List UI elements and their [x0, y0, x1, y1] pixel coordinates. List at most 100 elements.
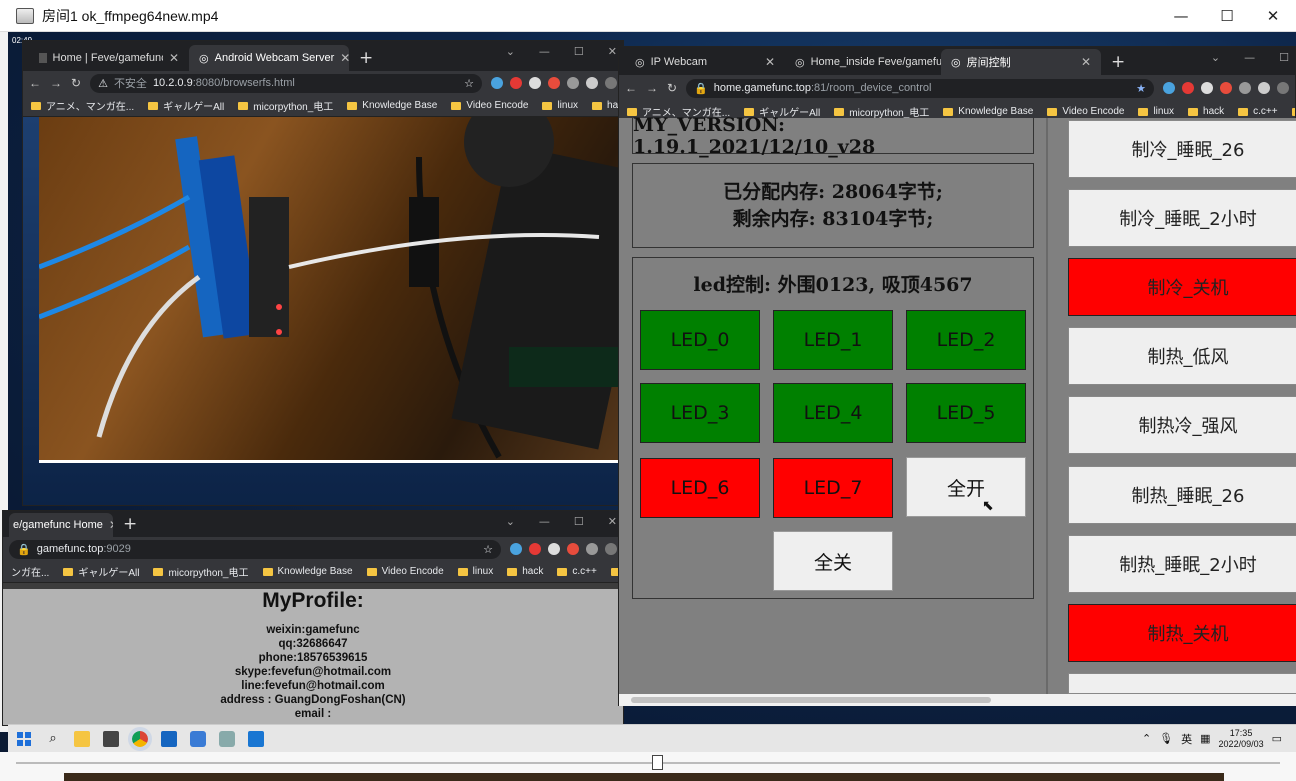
close-tab-icon[interactable]: ✕ [765, 55, 775, 69]
led-6-button[interactable]: LED_6 [640, 458, 760, 518]
reload-icon[interactable]: ↻ [71, 76, 81, 90]
bookmark[interactable]: linux [1138, 106, 1174, 117]
extension-icon[interactable] [567, 77, 579, 89]
reload-icon[interactable]: ↻ [667, 81, 677, 95]
keyboard-icon[interactable]: ▦ [1200, 732, 1210, 745]
chevron-down-icon[interactable]: ⌄ [506, 45, 515, 58]
star-icon[interactable]: ☆ [483, 543, 493, 556]
ac-button[interactable]: 制冷_关机 [1068, 258, 1296, 316]
back-icon[interactable]: ← [29, 76, 41, 90]
cloud-icon[interactable] [1201, 82, 1213, 94]
minimize-button[interactable]: — [1158, 0, 1204, 32]
ac-button[interactable]: 制冷_睡眠_2小时 [1068, 189, 1296, 247]
ac-button[interactable]: 制热_低风 [1068, 327, 1296, 385]
led-7-button[interactable]: LED_7 [773, 458, 893, 518]
shield-icon[interactable] [567, 543, 579, 555]
bookmark[interactable]: ンガ在... [11, 564, 49, 579]
minimize-icon[interactable]: — [539, 515, 550, 528]
extension-icon[interactable] [1239, 82, 1251, 94]
bookmark[interactable]: linux [542, 100, 578, 111]
ac-button[interactable]: 制热_睡眠_26 [1068, 466, 1296, 524]
adblock-icon[interactable] [529, 543, 541, 555]
bookmark[interactable]: ギャルゲーAll [148, 98, 224, 113]
app-icon[interactable] [219, 730, 235, 747]
close-tab-icon[interactable]: ✕ [340, 51, 349, 65]
bookmark[interactable]: micorpython_电工 [238, 98, 333, 113]
tab-webcam-server[interactable]: ◎ Android Webcam Server ✕ [189, 45, 349, 71]
extension-icon[interactable] [491, 77, 503, 89]
ac-button[interactable]: 制冷_睡眠_26 [1068, 120, 1296, 178]
maximize-icon[interactable]: ☐ [574, 515, 584, 528]
chevron-up-icon[interactable]: ⌃ [1142, 732, 1151, 745]
photos-icon[interactable] [248, 730, 264, 747]
horizontal-scrollbar[interactable] [619, 694, 1296, 706]
all-on-button[interactable]: 全开 [906, 457, 1026, 517]
all-off-button[interactable]: 全关 [773, 531, 893, 591]
led-1-button[interactable]: LED_1 [773, 310, 893, 370]
search-icon[interactable]: ⌕ [45, 731, 61, 747]
new-tab-button[interactable]: + [1101, 49, 1135, 75]
adblock-icon[interactable] [1182, 82, 1194, 94]
bookmark[interactable]: c.c++ [557, 566, 597, 577]
cloud-icon[interactable] [548, 543, 560, 555]
led-2-button[interactable]: LED_2 [906, 310, 1026, 370]
bookmark[interactable]: ギャルゲーAll [63, 564, 139, 579]
avatar[interactable] [1277, 82, 1289, 94]
bookmark[interactable]: micorpython_电工 [153, 564, 249, 579]
seek-handle[interactable] [652, 755, 663, 770]
led-0-button[interactable]: LED_0 [640, 310, 760, 370]
ac-button[interactable]: 制热冷_强风 [1068, 396, 1296, 454]
maximize-icon[interactable]: ☐ [1279, 51, 1289, 64]
tab-home-inside[interactable]: ◎ Home_inside Feve/gamefunc ✕ [785, 49, 941, 75]
bookmark[interactable]: Video Encode [451, 100, 528, 111]
close-tab-icon[interactable]: ✕ [1081, 55, 1091, 69]
tab-home[interactable]: Home | Feve/gamefunc Home ✕ [29, 45, 189, 71]
address-bar[interactable]: 🔒 home.gamefunc.top:81/room_device_contr… [686, 78, 1154, 98]
star-icon[interactable]: ☆ [464, 77, 474, 90]
puzzle-icon[interactable] [1258, 82, 1270, 94]
cloud-icon[interactable] [529, 77, 541, 89]
tab-ip-webcam[interactable]: ◎ IP Webcam ✕ [625, 49, 785, 75]
window-app-icon[interactable] [161, 730, 177, 747]
forward-icon[interactable]: → [50, 76, 62, 90]
bookmark[interactable]: hack [1188, 106, 1224, 117]
chrome-icon[interactable] [128, 726, 152, 751]
maximize-button[interactable]: ☐ [1204, 0, 1250, 32]
bookmark[interactable]: アニメ、マンガ在... [31, 98, 134, 113]
shield-icon[interactable] [548, 77, 560, 89]
ac-button[interactable]: 制热_睡眠_2小时 [1068, 535, 1296, 593]
ac-button[interactable]: 制热_关机 [1068, 604, 1296, 662]
seek-track[interactable] [16, 762, 1280, 764]
led-3-button[interactable]: LED_3 [640, 383, 760, 443]
avatar[interactable] [605, 77, 617, 89]
ac-button-partial[interactable] [1068, 673, 1296, 694]
bookmark[interactable]: Video Encode [366, 566, 444, 577]
shield-icon[interactable] [1220, 82, 1232, 94]
close-button[interactable]: ✕ [1250, 0, 1296, 32]
forward-icon[interactable]: → [646, 81, 658, 95]
avatar[interactable] [605, 543, 617, 555]
maximize-icon[interactable]: ☐ [574, 45, 584, 58]
bookmark[interactable]: Knowledge Base [347, 100, 437, 111]
scrollbar-thumb[interactable] [631, 697, 991, 703]
clock[interactable]: 17:35 2022/09/03 [1219, 728, 1264, 750]
clapperboard-icon[interactable] [103, 730, 119, 747]
puzzle-icon[interactable] [586, 77, 598, 89]
led-5-button[interactable]: LED_5 [906, 383, 1026, 443]
bookmark[interactable]: linux [457, 566, 493, 577]
address-bar[interactable]: ⚠ 不安全 10.2.0.9:8080/browserfs.html ☆ [90, 73, 482, 93]
back-icon[interactable]: ← [625, 81, 637, 95]
new-tab-button[interactable]: + [113, 511, 147, 537]
tab-room-control[interactable]: ◎ 房间控制 ✕ [941, 49, 1101, 75]
extension-icon[interactable] [586, 543, 598, 555]
chevron-down-icon[interactable]: ⌄ [506, 515, 515, 528]
windows-start-icon[interactable] [16, 731, 32, 747]
close-icon[interactable]: ✕ [608, 515, 617, 528]
extension-icon[interactable] [510, 543, 522, 555]
star-icon[interactable]: ★ [1136, 82, 1146, 95]
close-icon[interactable]: ✕ [608, 45, 617, 58]
bookmark[interactable]: hack [507, 566, 543, 577]
remote-desktop-icon[interactable] [190, 730, 206, 747]
ime-indicator[interactable]: 英 [1181, 731, 1192, 747]
chevron-down-icon[interactable]: ⌄ [1211, 51, 1220, 64]
